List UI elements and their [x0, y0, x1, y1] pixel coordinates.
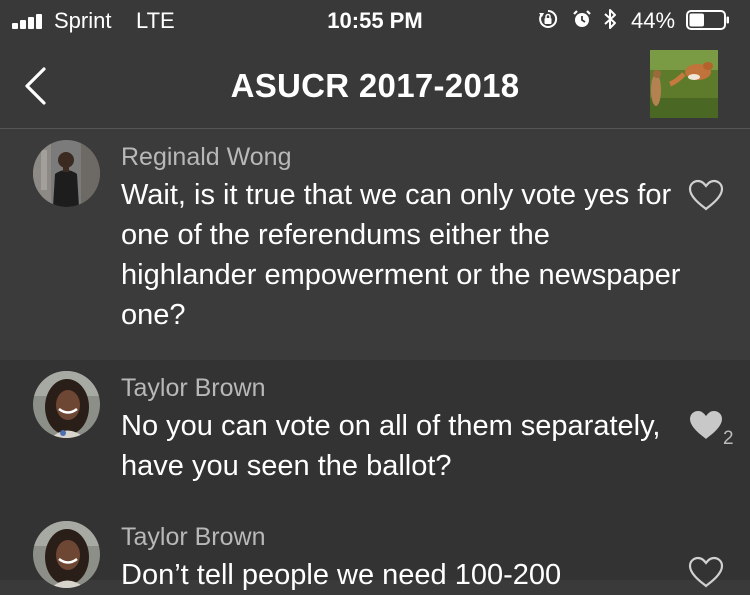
- message-text: No you can vote on all of them separatel…: [121, 410, 661, 482]
- person-photo-icon: [33, 521, 100, 588]
- bluetooth-icon: [604, 9, 616, 29]
- message-item: Taylor Brown No you can vote on all of t…: [0, 360, 750, 505]
- message-author: Reginald Wong: [121, 143, 292, 171]
- person-photo-icon: [33, 371, 100, 438]
- nav-bar: ASUCR 2017-2018: [0, 40, 750, 129]
- avatar[interactable]: [33, 371, 100, 438]
- page-title: ASUCR 2017-2018: [230, 67, 520, 104]
- like-count: 2: [723, 428, 734, 449]
- like-heart-icon[interactable]: [687, 178, 725, 212]
- alarm-icon: [573, 10, 591, 27]
- battery-icon: [686, 10, 729, 30]
- liked-heart-icon[interactable]: [687, 408, 725, 442]
- message-text: Wait, is it true that we can only vote y…: [121, 179, 681, 331]
- avatar[interactable]: [33, 140, 100, 207]
- message-author: Taylor Brown: [121, 374, 266, 402]
- message-author: Taylor Brown: [121, 523, 266, 551]
- status-bar: Sprint LTE 10:55 PM 44%: [0, 0, 750, 40]
- message-item: Reginald Wong Wait, is it true that we c…: [0, 129, 750, 360]
- fox-photo-icon: [650, 50, 718, 118]
- battery-percent: 44%: [631, 8, 676, 33]
- like-heart-icon[interactable]: [687, 555, 725, 589]
- message-text: Don’t tell people we need 100-200: [121, 559, 562, 591]
- person-photo-icon: [33, 140, 100, 207]
- orientation-lock-icon: [539, 9, 558, 28]
- message-item: Taylor Brown Don’t tell people we need 1…: [0, 505, 750, 591]
- avatar[interactable]: [33, 521, 100, 588]
- group-thumbnail[interactable]: [650, 50, 718, 118]
